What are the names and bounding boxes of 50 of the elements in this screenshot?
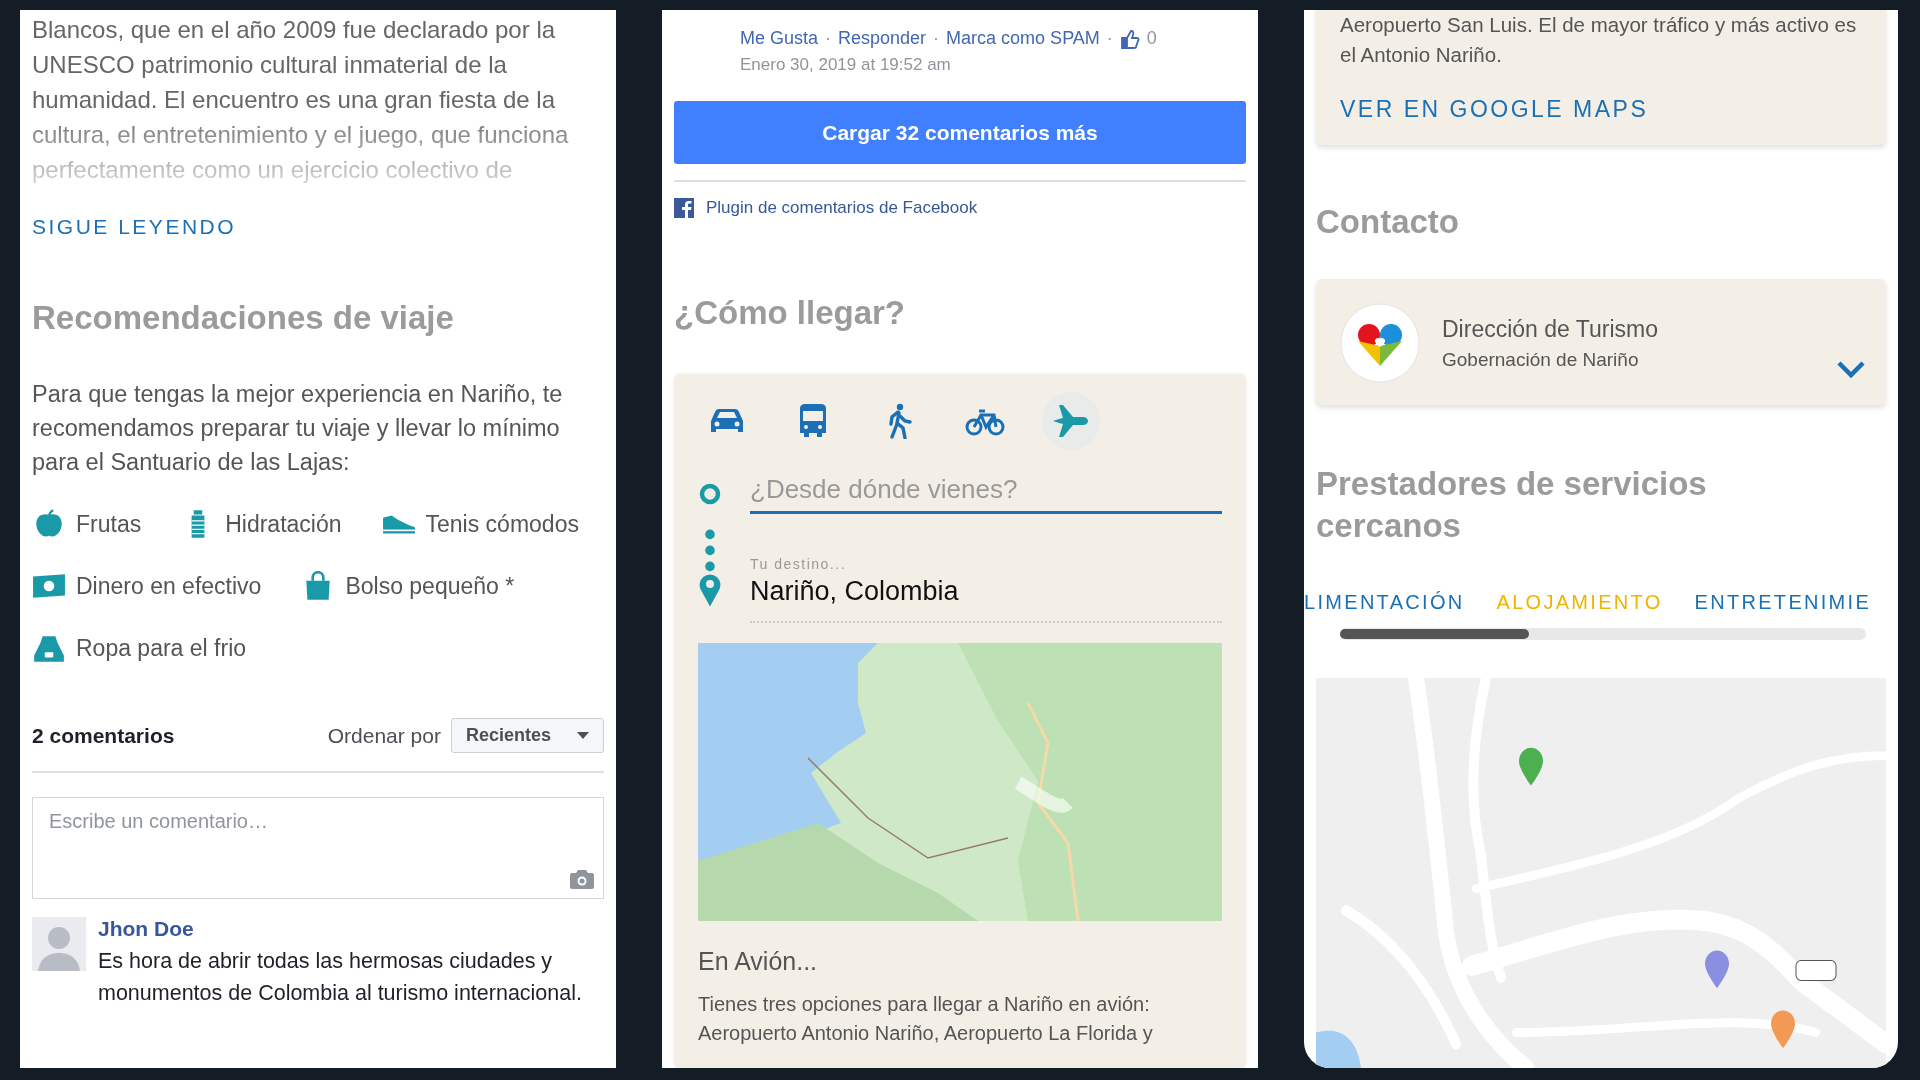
sort-dropdown[interactable]: Recientes [450, 718, 604, 753]
facebook-plugin-link[interactable]: Plugin de comentarios de Facebook [706, 198, 978, 218]
load-more-button[interactable]: Cargar 32 comentarios más [674, 101, 1246, 164]
article-paragraph: Blancos, que en el año 2009 fue declarado por la UNESCO patrimonio cultural inmaterial de la humanidad. El encuentro es una gran fiesta de la cultura, el entretenimiento y el juego, que funciona perfectamente como un ejercicio colectivo de [32, 15, 570, 185]
item-label: Hidratación [225, 510, 342, 538]
category-tab[interactable]: ENTRETENIMIE [1694, 591, 1872, 614]
scrollbar[interactable] [1340, 628, 1866, 640]
section-heading: Prestadores de servicios cercanos [1316, 464, 1708, 546]
read-more-link[interactable]: SIGUE LEYENDO [32, 215, 237, 239]
origin-input[interactable]: ¿Desde dónde vienes? [750, 468, 1222, 514]
section-heading: ¿Cómo llegar? [674, 294, 906, 332]
contact-card[interactable]: Dirección de Turismo Gobernación de Nariño [1316, 279, 1886, 405]
banknote-icon [32, 571, 66, 601]
category-tab[interactable]: LIMENTACIÓN [1304, 591, 1465, 614]
item-label: Dinero en efectivo [76, 572, 262, 600]
section-heading: Recomendaciones de viaje [32, 299, 454, 337]
separator-dot: · [825, 28, 832, 49]
caret-icon [577, 731, 589, 740]
comment-author-link[interactable]: Jhon Doe [98, 917, 194, 941]
contact-name: Dirección de Turismo [1442, 315, 1659, 343]
contact-organization: Gobernación de Nariño [1442, 348, 1639, 371]
thumbs-up-icon[interactable] [1119, 28, 1140, 49]
mode-description: Tienes tres opciones para llegar a Nariño en avión: Aeropuerto Antonio Nariño, Aeropuerto La Florida y [698, 992, 1154, 1046]
camera-icon[interactable] [570, 869, 594, 889]
mode-title: En Avión... [698, 947, 819, 976]
chevron-down-icon[interactable] [1836, 359, 1866, 379]
comment-text: Es hora de abrir todas las hermosas ciudades y monumentos de Colombia al turismo internacional. [98, 948, 583, 1007]
comment-action-link[interactable]: Responder [838, 28, 927, 49]
comment-field[interactable]: Escribe un comentario… [32, 797, 604, 899]
item-label: Ropa para el frio [76, 634, 247, 662]
destination-label: Tu destino... [750, 556, 847, 572]
item-label: Bolso pequeño * [345, 572, 515, 600]
like-count: 0 [1146, 28, 1157, 49]
comment-action-link[interactable]: Marca como SPAM [946, 28, 1100, 49]
avatar-silhouette [32, 917, 86, 971]
item-label: Tenis cómodos [425, 510, 579, 538]
directions-text: Aeropuerto San Luis. El de mayor tráfico y más activo es el Antonio Nariño. [1340, 12, 1858, 68]
facebook-icon [674, 198, 694, 218]
destination-value: Nariño, Colombia [750, 576, 959, 607]
comment-action-link[interactable]: Me Gusta [740, 28, 819, 49]
separator-dot: · [933, 28, 940, 49]
section-heading: Contacto [1316, 203, 1459, 241]
google-maps-link[interactable]: VER EN GOOGLE MAPS [1340, 96, 1649, 123]
item-label: Frutas [76, 510, 142, 538]
comment-count: 2 comentarios [32, 723, 175, 748]
comment-date: Enero 30, 2019 at 19:52 am [740, 55, 952, 75]
sort-label: Ordenar por [327, 723, 441, 748]
origin-circle-icon [698, 482, 722, 506]
recommendation-paragraph: Para que tengas la mejor experiencia en Nariño, te recomendamos preparar tu viaje y llevar lo mínimo para el Santuario de las Lajas: [32, 380, 564, 477]
separator-dot: · [1106, 28, 1113, 49]
